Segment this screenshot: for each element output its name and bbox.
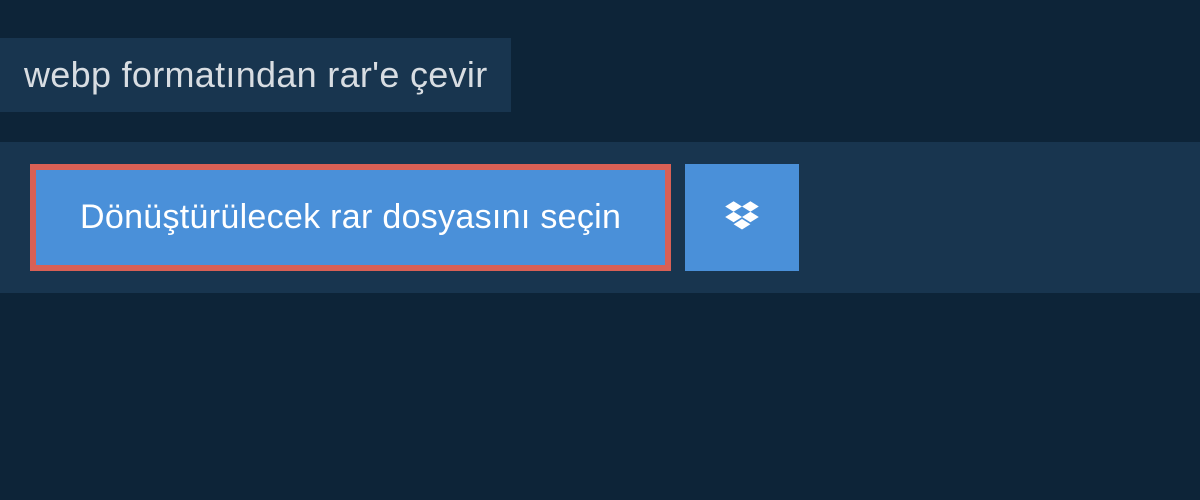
dropbox-button[interactable] [685, 164, 799, 271]
page-header: webp formatından rar'e çevir [0, 38, 511, 112]
lower-spacer [0, 293, 1200, 473]
select-file-button[interactable]: Dönüştürülecek rar dosyasını seçin [30, 164, 671, 271]
upload-panel: Dönüştürülecek rar dosyasını seçin [0, 142, 1200, 293]
page-title: webp formatından rar'e çevir [24, 54, 487, 96]
upload-row: Dönüştürülecek rar dosyasını seçin [30, 164, 1170, 271]
select-file-label: Dönüştürülecek rar dosyasını seçin [80, 198, 621, 237]
dropbox-icon [721, 197, 763, 239]
